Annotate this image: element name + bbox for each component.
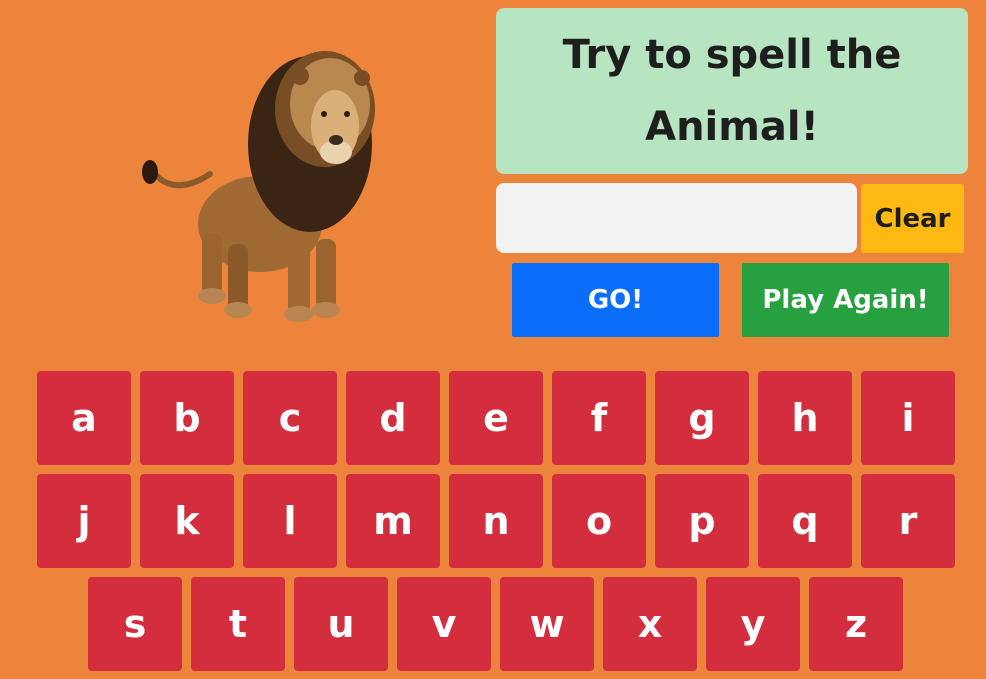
- key-m[interactable]: m: [346, 474, 440, 568]
- key-c[interactable]: c: [243, 371, 337, 465]
- key-b[interactable]: b: [140, 371, 234, 465]
- key-n[interactable]: n: [449, 474, 543, 568]
- key-p[interactable]: p: [655, 474, 749, 568]
- key-j[interactable]: j: [37, 474, 131, 568]
- key-h[interactable]: h: [758, 371, 852, 465]
- key-w[interactable]: w: [500, 577, 594, 671]
- lion-image: [142, 51, 375, 322]
- key-f[interactable]: f: [552, 371, 646, 465]
- key-v[interactable]: v: [397, 577, 491, 671]
- go-button[interactable]: GO!: [512, 263, 719, 337]
- key-o[interactable]: o: [552, 474, 646, 568]
- key-x[interactable]: x: [603, 577, 697, 671]
- key-g[interactable]: g: [655, 371, 749, 465]
- key-z[interactable]: z: [809, 577, 903, 671]
- key-y[interactable]: y: [706, 577, 800, 671]
- key-t[interactable]: t: [191, 577, 285, 671]
- key-i[interactable]: i: [861, 371, 955, 465]
- key-k[interactable]: k: [140, 474, 234, 568]
- prompt-text: Try to spell the Animal!: [562, 32, 902, 150]
- key-a[interactable]: a: [37, 371, 131, 465]
- key-q[interactable]: q: [758, 474, 852, 568]
- key-r[interactable]: r: [861, 474, 955, 568]
- key-e[interactable]: e: [449, 371, 543, 465]
- key-u[interactable]: u: [294, 577, 388, 671]
- play-again-button[interactable]: Play Again!: [742, 263, 949, 337]
- key-s[interactable]: s: [88, 577, 182, 671]
- clear-button[interactable]: Clear: [861, 184, 964, 253]
- key-d[interactable]: d: [346, 371, 440, 465]
- prompt-box: Try to spell the Animal!: [496, 8, 968, 174]
- key-l[interactable]: l: [243, 474, 337, 568]
- answer-input[interactable]: [496, 183, 857, 253]
